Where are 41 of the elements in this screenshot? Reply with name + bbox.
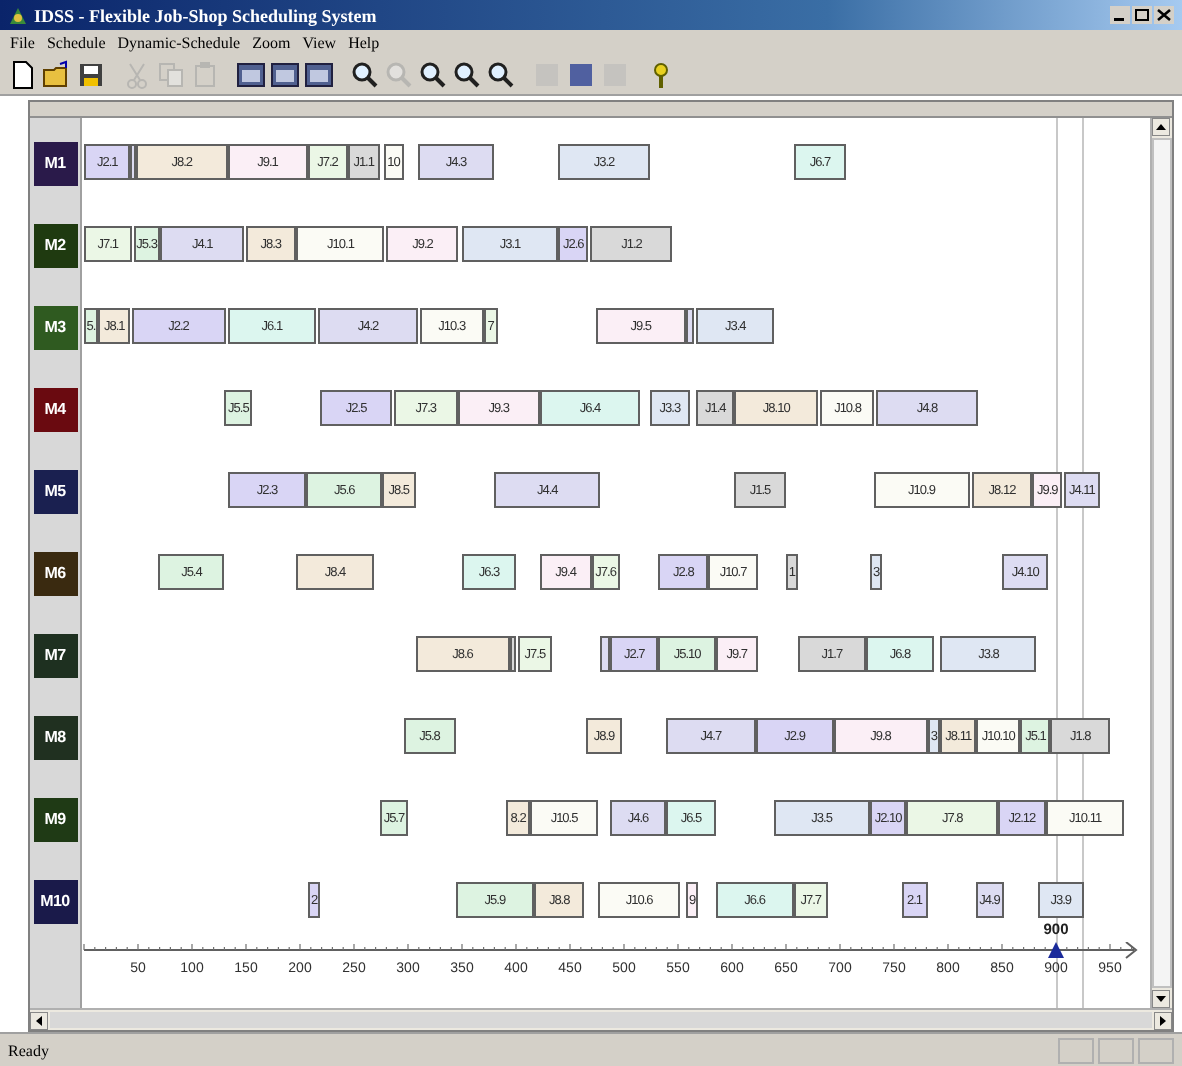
machine-label: M1 [33,141,77,185]
scroll-down-icon[interactable] [1152,990,1170,1008]
window-icon[interactable] [236,60,266,90]
square-icon[interactable] [566,60,596,90]
minimize-icon[interactable] [1110,6,1130,24]
status-pane [1138,1037,1174,1063]
magnifier-icon[interactable] [418,60,448,90]
save-icon[interactable] [76,60,106,90]
scroll-up-icon[interactable] [1152,118,1170,136]
status-pane [1098,1037,1134,1063]
machine-label: M10 [33,879,77,923]
folder-icon[interactable] [42,60,72,90]
window-title: IDSS - Flexible Job-Shop Scheduling System [34,5,377,25]
status-pane [1058,1037,1094,1063]
marker-icon [1048,942,1064,958]
app-icon [8,5,28,25]
machine-label: M6 [33,551,77,595]
machine-label: M2 [33,223,77,267]
machine-label: M5 [33,469,77,513]
machine-label: M4 [33,387,77,431]
close-icon[interactable] [1154,6,1174,24]
maximize-icon[interactable] [1132,6,1152,24]
machine-label: M7 [33,633,77,677]
window-icon[interactable] [304,60,334,90]
magnifier-icon[interactable] [350,60,380,90]
menu-item[interactable]: File [10,34,35,52]
machine-label: M8 [33,715,77,759]
machine-label: M3 [33,305,77,349]
status-text: Ready [8,1041,51,1059]
scroll-right-icon[interactable] [1154,1011,1172,1029]
scroll-left-icon[interactable] [30,1011,48,1029]
menu-item[interactable]: View [302,34,337,52]
menu-item[interactable]: Schedule [46,34,106,52]
magnifier-icon[interactable] [452,60,482,90]
magnifier-icon[interactable] [486,60,516,90]
window-icon[interactable] [270,60,300,90]
new-file-icon[interactable] [8,60,38,90]
menu-item[interactable]: Zoom [252,34,291,52]
menu-item[interactable]: Help [348,34,380,52]
menu-item[interactable]: Dynamic-Schedule [117,34,241,52]
machine-label: M9 [33,797,77,841]
